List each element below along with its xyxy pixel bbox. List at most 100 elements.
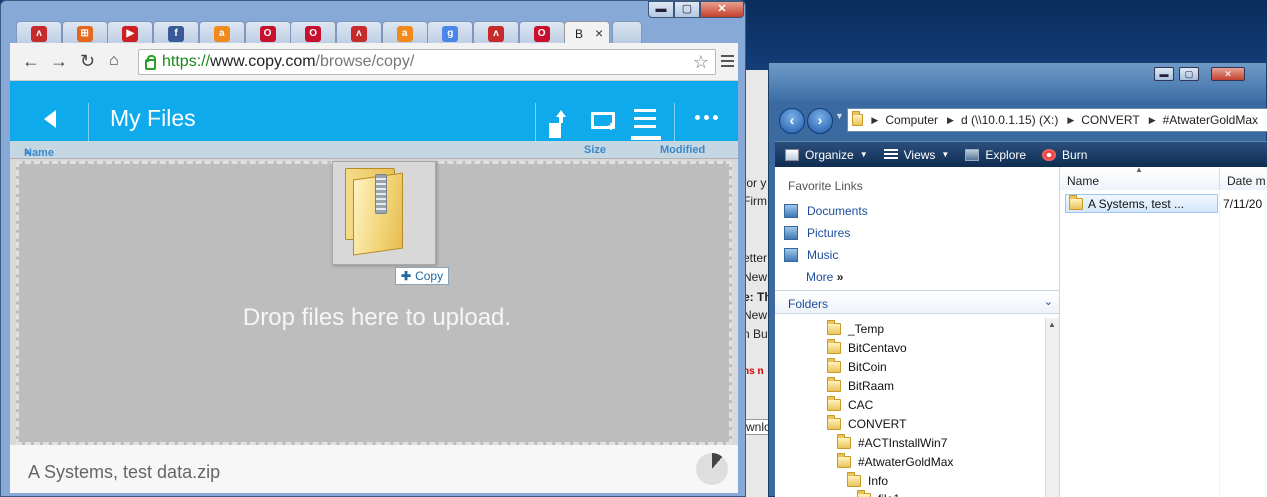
chevron-down-icon: ⌄ <box>1043 296 1053 308</box>
opera-icon: O <box>259 25 276 42</box>
tree-folder[interactable]: #AtwaterGoldMax <box>837 453 953 469</box>
url-host: www.copy.com <box>210 53 316 70</box>
upload-status-bar: A Systems, test data.zip <box>10 445 738 493</box>
browser-tab[interactable]: a <box>381 21 428 45</box>
scroll-up-icon[interactable]: ▲ <box>1048 320 1056 329</box>
folder-icon <box>827 396 841 411</box>
explorer-address-bar[interactable]: ▶ Computer ▶ d (\\10.0.1.15) (X:) ▶ CONV… <box>847 108 1267 132</box>
browser-tab[interactable]: f <box>153 21 200 45</box>
column-header-size[interactable]: Size <box>584 144 606 156</box>
browser-tab[interactable]: ▶ <box>107 21 154 45</box>
back-arrow-icon[interactable]: ← <box>22 51 40 71</box>
tree-folder[interactable]: CONVERT <box>827 415 907 431</box>
explorer-close-button[interactable]: ✕ <box>1211 67 1245 81</box>
sort-ascending-icon: ▲ <box>24 147 32 156</box>
browser-tab[interactable]: a <box>198 21 245 45</box>
reload-icon[interactable]: ↻ <box>80 51 95 71</box>
bg-text: ns n <box>745 366 764 377</box>
organize-button[interactable]: Organize ▼ <box>785 148 868 162</box>
copy-web-app: My Files Name ▲ Size Modified Drop files… <box>10 81 738 493</box>
more-links-button[interactable]: More » <box>806 270 843 284</box>
favorite-link[interactable]: Documents <box>784 204 868 218</box>
browser-tab[interactable]: ᴧ <box>335 21 382 45</box>
browser-tab[interactable]: O <box>290 21 337 45</box>
address-bar[interactable]: https:// www.copy.com /browse/copy/ ☆ <box>138 49 716 75</box>
column-header-modified[interactable]: Modified <box>660 144 705 156</box>
breadcrumb-segment[interactable]: #AtwaterGoldMax <box>1163 113 1258 127</box>
browser-tab[interactable]: ᴧ <box>16 21 62 45</box>
desktop-background <box>745 0 1267 70</box>
folder-icon <box>837 434 851 449</box>
breadcrumb-segment[interactable]: CONVERT <box>1081 113 1139 127</box>
file-row[interactable]: A Systems, test ... <box>1065 194 1218 213</box>
breadcrumb-segment[interactable]: Computer <box>885 113 938 127</box>
close-tab-icon[interactable]: × <box>595 25 603 41</box>
forward-button[interactable]: › <box>807 108 833 134</box>
browser-tab[interactable]: O <box>518 21 565 45</box>
column-header-name[interactable]: ▲ Name <box>1060 165 1220 190</box>
tree-folder-label: file1 <box>878 492 900 497</box>
tree-folder[interactable]: #ACTInstallWin7 <box>837 434 947 450</box>
burn-button[interactable]: Burn <box>1042 148 1087 162</box>
tree-folder[interactable]: BitRaam <box>827 377 894 393</box>
favorite-link[interactable]: Music <box>784 248 838 262</box>
tree-folder[interactable]: file1 <box>857 490 900 497</box>
tree-folder[interactable]: CAC <box>827 396 873 412</box>
explore-icon <box>965 148 980 161</box>
tree-folder[interactable]: BitCoin <box>827 358 887 374</box>
more-options-icon[interactable] <box>695 115 718 120</box>
list-view-icon[interactable] <box>634 109 656 133</box>
bg-text: New <box>745 270 768 284</box>
explore-label: Explore <box>985 147 1027 162</box>
chrome-menu-icon[interactable] <box>721 55 734 70</box>
browser-tab[interactable]: ⊞ <box>61 21 108 45</box>
tree-scrollbar[interactable]: ▲ <box>1045 318 1059 497</box>
file-name: A Systems, test ... <box>1088 196 1185 211</box>
favorite-link[interactable]: Pictures <box>784 226 850 240</box>
minimize-button[interactable]: ▬ <box>648 1 674 18</box>
back-icon[interactable] <box>44 110 56 128</box>
new-folder-icon[interactable] <box>591 112 615 133</box>
new-tab-button[interactable] <box>612 21 642 45</box>
recent-pages-dropdown[interactable]: ▼ <box>835 111 844 121</box>
views-button[interactable]: Views ▼ <box>883 148 950 162</box>
bookmark-star-icon[interactable]: ☆ <box>693 52 709 73</box>
folder-icon <box>852 111 864 126</box>
upload-icon[interactable] <box>553 110 569 130</box>
explorer-minimize-button[interactable]: ▬ <box>1154 67 1174 81</box>
explore-button[interactable]: Explore <box>965 148 1026 162</box>
tree-folder[interactable]: _Temp <box>827 320 884 336</box>
red-figure-icon: ᴧ <box>488 25 504 42</box>
back-button[interactable]: ‹ <box>779 108 805 134</box>
uploading-file-name: A Systems, test data.zip <box>28 462 221 482</box>
home-icon[interactable]: ⌂ <box>109 51 119 71</box>
facebook-icon: f <box>168 25 185 42</box>
maximize-button[interactable]: ▢ <box>674 1 700 18</box>
zip-folder-icon <box>345 168 403 256</box>
opera-icon: O <box>305 25 322 42</box>
chevron-right-icon: ▶ <box>1148 114 1156 125</box>
tree-folder-label: CONVERT <box>848 417 907 431</box>
column-header-label: Date m <box>1227 174 1266 188</box>
folders-header[interactable]: Folders ⌄ <box>775 290 1059 314</box>
browser-tab[interactable]: g <box>427 21 474 45</box>
explorer-maximize-button[interactable]: ▢ <box>1179 67 1199 81</box>
opera-icon: O <box>533 25 550 42</box>
browser-tab[interactable]: O <box>244 21 291 45</box>
organize-label: Organize <box>805 147 854 162</box>
chevron-down-icon: ▼ <box>941 150 950 159</box>
tab-active[interactable]: B × <box>564 21 610 45</box>
tree-folder[interactable]: BitCentavo <box>827 339 907 355</box>
red-figure-icon: ᴧ <box>350 25 367 42</box>
upload-progress-pie <box>696 453 728 485</box>
tree-folder[interactable]: Info <box>847 472 888 488</box>
close-button[interactable]: ✕ <box>700 1 744 18</box>
breadcrumb-segment[interactable]: d (\\10.0.1.15) (X:) <box>961 113 1058 127</box>
file-table-header: Name ▲ Size Modified <box>10 141 738 159</box>
favorite-links-heading: Favorite Links <box>788 179 863 193</box>
forward-arrow-icon[interactable]: → <box>50 51 68 71</box>
chevron-right-icon: ▶ <box>871 114 879 125</box>
browser-tab[interactable]: ᴧ <box>473 21 519 45</box>
page-title: My Files <box>110 105 196 131</box>
column-header-date[interactable]: Date m <box>1220 168 1267 190</box>
